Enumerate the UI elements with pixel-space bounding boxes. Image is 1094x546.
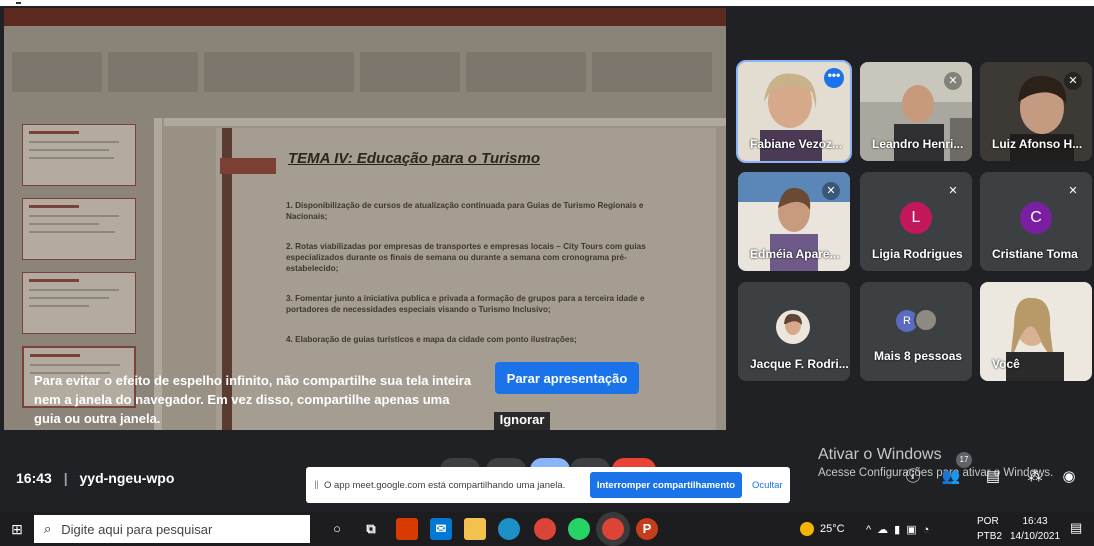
- participant-tile[interactable]: ••• Fabiane Vezoz...: [736, 60, 852, 163]
- chat-icon[interactable]: ▤: [982, 466, 1004, 488]
- lang-bottom: PTB2: [977, 531, 1003, 542]
- host-controls-icon[interactable]: ◉: [1058, 466, 1080, 488]
- avatar: C: [1020, 202, 1052, 234]
- edge-icon[interactable]: [498, 518, 520, 540]
- slide-item: 2. Rotas viabilizadas por empresas de tr…: [286, 242, 646, 273]
- participant-tile[interactable]: Você: [980, 282, 1092, 381]
- windows-activation-title: Ativar o Windows: [818, 446, 942, 463]
- slide-item: 1. Disponibilização de cursos de atualiz…: [286, 201, 644, 221]
- participant-name: Leandro Henri...: [872, 137, 964, 151]
- participant-name: Edméia Apare...: [750, 247, 840, 261]
- search-icon: ⌕: [44, 521, 52, 536]
- participant-name: Jacque F. Rodri...: [750, 357, 849, 371]
- avatar: [914, 308, 938, 332]
- participant-name: Fabiane Vezoz...: [750, 137, 843, 151]
- activities-icon[interactable]: ⁂: [1024, 466, 1046, 488]
- chrome-icon-2[interactable]: [602, 518, 624, 540]
- meet-window: TEMA IV: Educação para o Turismo 1. Disp…: [0, 0, 1094, 546]
- clock-time: 16:43: [1022, 516, 1048, 527]
- participant-name: Luiz Afonso H...: [992, 137, 1083, 151]
- mic-off-icon: ✕: [944, 72, 962, 90]
- more-options-icon[interactable]: •••: [824, 68, 844, 88]
- slide-item: 3. Fomentar junto a iniciativa publica e…: [286, 294, 645, 314]
- mic-off-icon: ✕: [1068, 185, 1078, 197]
- sharing-message: O app meet.google.com está compartilhand…: [323, 479, 566, 491]
- participant-name: Mais 8 pessoas: [874, 349, 963, 363]
- mic-off-icon: ✕: [948, 185, 958, 197]
- separator: |: [63, 470, 68, 486]
- chrome-icon[interactable]: [534, 518, 556, 540]
- participant-tile[interactable]: ✕ Leandro Henri...: [860, 62, 972, 161]
- office-icon[interactable]: [396, 518, 418, 540]
- windows-activation-subtitle: Acesse Configurações para ativar o Windo…: [818, 467, 1054, 479]
- participant-name: Cristiane Toma: [992, 247, 1078, 261]
- drag-handle-icon[interactable]: ‖: [314, 478, 319, 492]
- participant-name: Você: [992, 357, 1020, 371]
- weather[interactable]: 25°C: [800, 512, 845, 546]
- participant-tile[interactable]: ✕ L Ligia Rodrigues: [860, 172, 972, 271]
- weather-temp: 25°C: [820, 523, 845, 535]
- mic-off-icon: ✕: [1064, 72, 1082, 90]
- participant-tile[interactable]: Jacque F. Rodri...: [738, 282, 850, 381]
- meeting-code[interactable]: yyd-ngeu-wpo: [80, 470, 175, 486]
- cortana-icon[interactable]: ○: [326, 518, 348, 540]
- taskbar-clock[interactable]: 16:43 14/10/2021: [1006, 514, 1064, 544]
- people-icon[interactable]: 👥: [940, 466, 962, 488]
- search-placeholder: Digite aqui para pesquisar: [61, 521, 213, 537]
- slide-list: 1. Disponibilização de cursos de atualiz…: [286, 200, 664, 364]
- windows-taskbar: ⊞ ⌕ Digite aqui para pesquisar ○ ⧉ ✉ P 2…: [0, 512, 1094, 546]
- file-explorer-icon[interactable]: [464, 518, 486, 540]
- lang-top: POR: [977, 516, 999, 527]
- participant-tile[interactable]: ✕ C Cristiane Toma: [980, 172, 1092, 271]
- info-icon[interactable]: ⓘ: [902, 466, 924, 488]
- stop-presenting-button[interactable]: Parar apresentação: [495, 362, 639, 394]
- mic-off-icon: ✕: [822, 182, 840, 200]
- meeting-info: 16:43 | yyd-ngeu-wpo: [16, 470, 174, 486]
- participant-name: Ligia Rodrigues: [872, 247, 963, 261]
- powerpoint-ribbon: [4, 26, 726, 118]
- system-tray-icons[interactable]: ^☁▮▣◔: [866, 512, 935, 546]
- task-view-icon[interactable]: ⧉: [360, 518, 382, 540]
- mirror-warning-text: Para evitar o efeito de espelho infinito…: [34, 373, 472, 426]
- powerpoint-icon[interactable]: P: [636, 518, 658, 540]
- powerpoint-titlebar: [4, 8, 726, 26]
- notification-icon[interactable]: ▤: [1070, 520, 1082, 536]
- whatsapp-icon[interactable]: [568, 518, 590, 540]
- slide-title: TEMA IV: Educação para o Turismo: [288, 150, 540, 167]
- sun-icon: [800, 522, 814, 536]
- stop-sharing-button[interactable]: Interromper compartilhamento: [589, 472, 742, 498]
- participant-tile[interactable]: ✕ Luiz Afonso H...: [980, 62, 1092, 161]
- horizontal-ruler: [164, 118, 726, 126]
- sharing-notification-bar: ‖ O app meet.google.com está compartilha…: [306, 467, 790, 503]
- mail-icon[interactable]: ✉: [430, 518, 452, 540]
- language-indicator[interactable]: POR PTB2: [977, 514, 1002, 544]
- top-strip: [0, 0, 1094, 6]
- participant-tile[interactable]: ✕ Edméia Apare...: [738, 172, 850, 271]
- hide-button[interactable]: Ocultar: [752, 480, 783, 491]
- clock-date: 14/10/2021: [1009, 531, 1061, 542]
- taskbar-search[interactable]: ⌕ Digite aqui para pesquisar: [34, 515, 310, 543]
- slide-item: 4. Elaboração de guias turísticos e mapa…: [286, 335, 577, 344]
- ignore-button[interactable]: Ignorar: [494, 412, 550, 430]
- participant-tile[interactable]: R Mais 8 pessoas: [860, 282, 972, 381]
- windows-start-icon[interactable]: ⊞: [0, 512, 34, 546]
- avatar: L: [900, 202, 932, 234]
- meeting-time: 16:43: [16, 470, 52, 486]
- avatar: [776, 310, 810, 344]
